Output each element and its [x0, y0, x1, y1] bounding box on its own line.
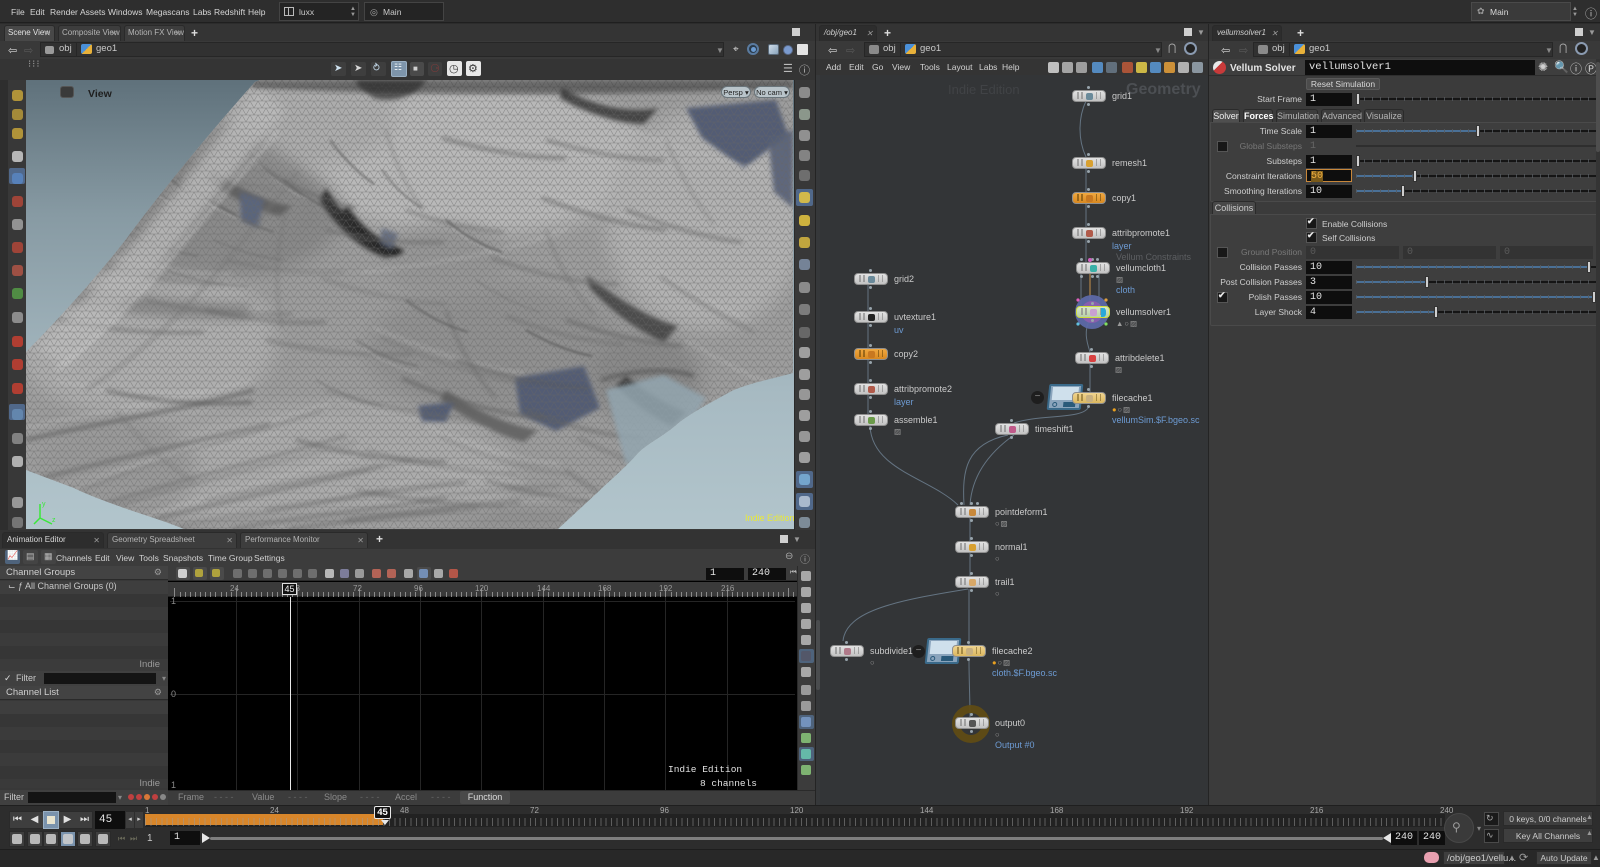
svg-text:z: z: [52, 517, 56, 524]
svg-text:y: y: [42, 501, 46, 508]
